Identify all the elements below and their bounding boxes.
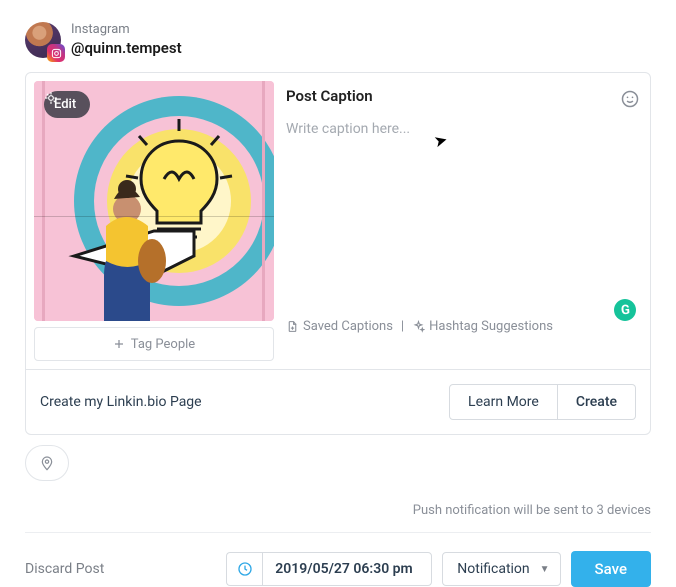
media-preview[interactable]: Edit <box>34 81 274 321</box>
composer-footer: Discard Post Notification ▼ Save <box>25 532 651 587</box>
account-handle: @quinn.tempest <box>71 39 182 59</box>
save-button[interactable]: Save <box>571 551 651 587</box>
platform-label: Instagram <box>71 22 182 39</box>
emoji-picker-button[interactable] <box>618 87 642 115</box>
discard-post-button[interactable]: Discard Post <box>25 561 104 577</box>
hashtag-suggestions-button[interactable]: Hashtag Suggestions <box>412 319 553 334</box>
account-header: Instagram @quinn.tempest <box>0 0 676 72</box>
schedule-datetime <box>226 552 432 586</box>
separator: | <box>399 319 406 334</box>
avatar-wrap <box>25 22 61 58</box>
learn-more-button[interactable]: Learn More <box>449 384 558 420</box>
linkinbio-prompt: Create my Linkin.bio Page <box>40 394 202 410</box>
push-notification-note: Push notification will be sent to 3 devi… <box>0 481 676 526</box>
instagram-badge-icon <box>47 44 65 62</box>
add-location-button[interactable] <box>25 445 69 481</box>
tag-people-label: Tag People <box>131 337 195 352</box>
chevron-down-icon: ▼ <box>540 564 550 575</box>
notification-label: Notification <box>457 561 529 577</box>
caption-toolbar: Saved Captions | Hashtag Suggestions <box>286 311 642 338</box>
caption-input[interactable] <box>286 121 642 311</box>
post-composer: Edit Tag People Post Caption <box>25 72 651 435</box>
clock-icon <box>237 561 253 577</box>
sparkle-icon <box>44 91 58 105</box>
edit-media-button[interactable]: Edit <box>44 91 90 118</box>
clock-button[interactable] <box>226 552 262 586</box>
location-pin-icon <box>39 455 55 471</box>
notification-dropdown[interactable]: Notification ▼ <box>442 552 560 586</box>
saved-captions-button[interactable]: Saved Captions <box>286 319 393 334</box>
tag-people-button[interactable]: Tag People <box>34 327 274 361</box>
datetime-input[interactable] <box>262 552 432 586</box>
smiley-icon <box>620 89 640 109</box>
plus-icon <box>113 338 125 350</box>
linkinbio-bar: Create my Linkin.bio Page Learn More Cre… <box>26 369 650 434</box>
account-text: Instagram @quinn.tempest <box>71 22 182 58</box>
caption-title: Post Caption <box>286 87 373 105</box>
sparkles-icon <box>412 320 425 333</box>
file-plus-icon <box>286 320 299 333</box>
create-linkinbio-button[interactable]: Create <box>558 384 636 420</box>
